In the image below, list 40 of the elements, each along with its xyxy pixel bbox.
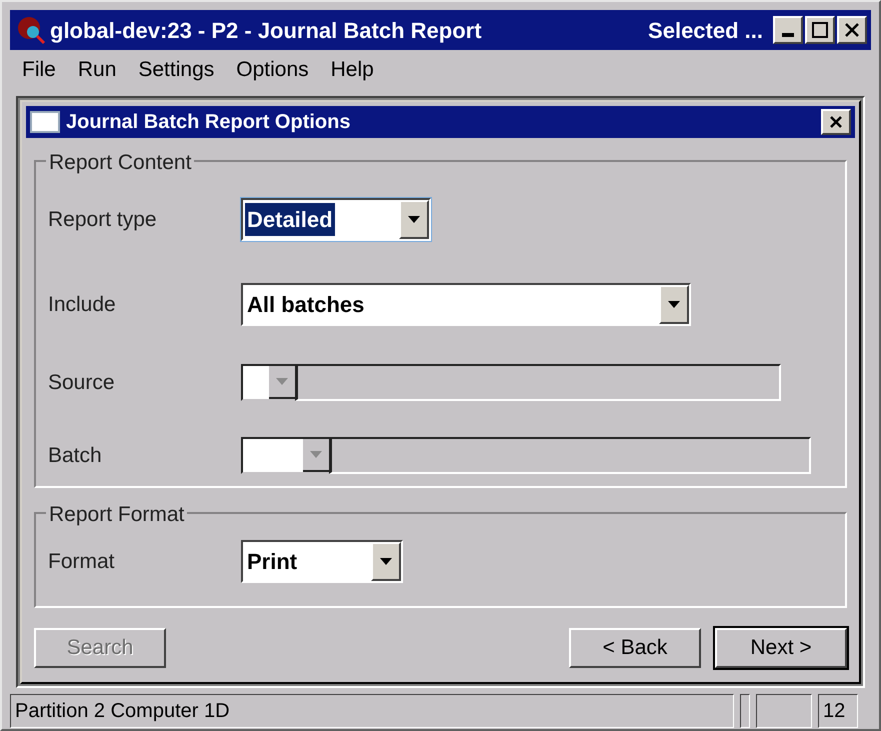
dropdown-value: Print [246,548,298,576]
minimize-icon [782,33,794,37]
dropdown[interactable]: Detailed [241,198,431,241]
maximize-button[interactable] [805,16,835,44]
window-icon [30,111,60,133]
dropdown[interactable]: Print [241,540,403,583]
app-logo-icon [16,15,46,45]
status-text: Partition 2 Computer 1D [10,694,734,728]
push-button[interactable]: < Back [569,628,701,668]
dialog-title: Journal Batch Report Options [66,110,350,135]
dropdown-arrow-icon [668,301,680,308]
close-button[interactable] [821,109,851,135]
status-panel [756,694,812,728]
menu-item[interactable]: Options [226,54,319,86]
close-button[interactable] [837,16,867,44]
window-title: global-dev:23 - P2 - Journal Batch Report [50,16,482,45]
dropdown-arrow-icon [276,378,288,385]
window-status: Selected ... [648,16,763,44]
status-count: 12 [818,694,858,728]
field-label: Include [48,292,117,318]
minimize-button[interactable] [773,16,803,44]
dropdown-value: Detailed [245,203,335,236]
dropdown-arrow-icon [380,558,392,565]
menu-item[interactable]: Run [68,54,126,86]
field-label: Report type [48,206,158,233]
push-button[interactable]: Next > [715,628,847,668]
dropdown[interactable]: All batches [241,283,691,326]
dropdown-arrow-icon [408,216,420,223]
field-label: Format [48,548,116,575]
menu-item[interactable]: Settings [128,54,224,86]
close-icon [844,22,860,38]
dropdown-arrow-icon [310,451,322,458]
dropdown-value: All batches [246,291,366,319]
maximize-icon [812,22,828,38]
menu-item[interactable]: File [12,54,66,86]
status-panel [740,694,750,728]
close-icon [829,115,843,129]
field-label: Batch [48,442,103,469]
menu-item[interactable]: Help [320,54,384,86]
field-label: Source [48,370,116,396]
